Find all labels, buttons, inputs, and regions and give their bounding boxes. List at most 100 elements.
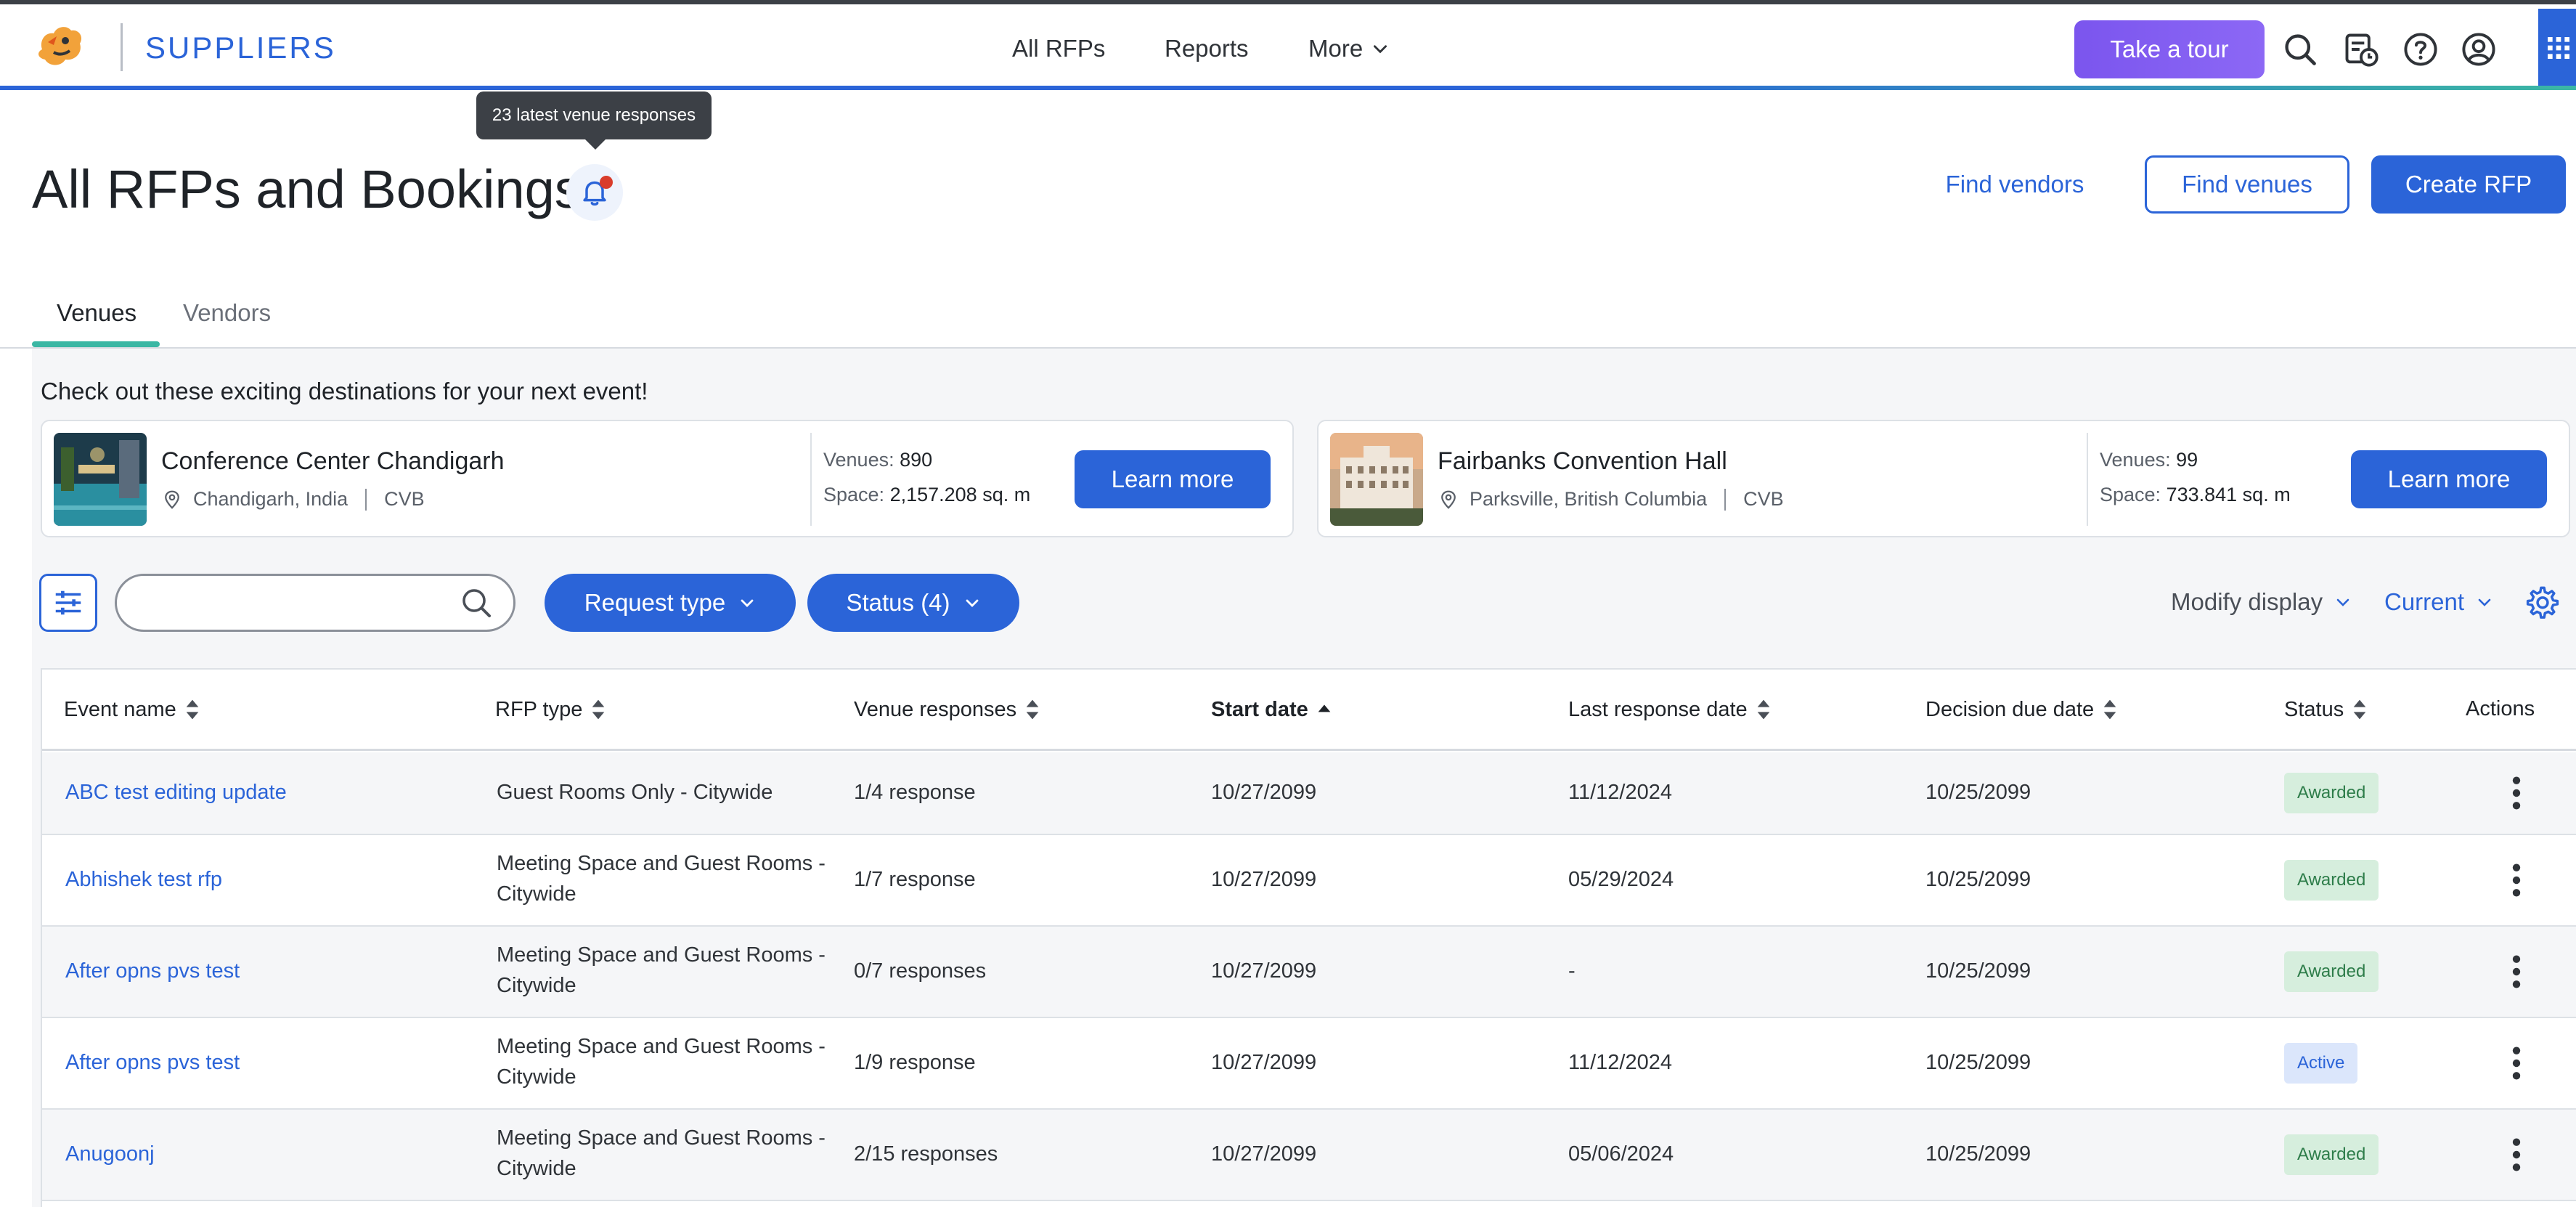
location-pin-icon bbox=[1441, 490, 1456, 509]
account-icon[interactable] bbox=[2460, 31, 2498, 68]
last-response-date: 11/12/2024 bbox=[1568, 781, 1672, 804]
event-name-link[interactable]: After opns pvs test bbox=[65, 1047, 240, 1078]
learn-more-button[interactable]: Learn more bbox=[2351, 450, 2547, 508]
venue-responses: 1/7 response bbox=[854, 868, 976, 891]
column-header-decision-due-date[interactable]: Decision due date bbox=[1925, 697, 2117, 722]
find-venues-button[interactable]: Find venues bbox=[2145, 155, 2349, 214]
rfp-type: Guest Rooms Only - Citywide bbox=[497, 781, 773, 804]
nav-reports[interactable]: Reports bbox=[1165, 35, 1249, 62]
status-filter-label: Status (4) bbox=[846, 589, 950, 616]
event-name-link[interactable]: Anugoonj bbox=[65, 1139, 155, 1169]
table-row: After opns pvs test Meeting Space and Gu… bbox=[42, 927, 2576, 1018]
location-separator bbox=[1724, 488, 1727, 511]
venue-responses: 1/4 response bbox=[854, 781, 976, 804]
chevron-down-icon[interactable] bbox=[1371, 39, 1390, 58]
column-header-last-response-date[interactable]: Last response date bbox=[1568, 697, 1771, 722]
notifications-button[interactable] bbox=[566, 164, 623, 221]
sort-icon bbox=[1026, 699, 1039, 720]
event-name-link[interactable]: After opns pvs test bbox=[65, 956, 240, 986]
status-badge: Awarded bbox=[2284, 860, 2379, 901]
nav-all-rfps[interactable]: All RFPs bbox=[1012, 35, 1105, 62]
card-divider bbox=[2087, 433, 2088, 526]
destination-type: CVB bbox=[1743, 488, 1784, 510]
rfp-type: Meeting Space and Guest Rooms - Citywide bbox=[497, 852, 826, 906]
modify-display-dropdown[interactable]: Modify display bbox=[2171, 588, 2352, 616]
location-pin-icon bbox=[165, 490, 179, 509]
more-actions-icon[interactable] bbox=[2508, 953, 2525, 991]
request-type-dropdown[interactable]: Request type bbox=[545, 574, 796, 632]
current-view-label: Current bbox=[2384, 588, 2465, 615]
column-header-venue-responses[interactable]: Venue responses bbox=[854, 697, 1040, 722]
event-name-link[interactable]: ABC test editing update bbox=[65, 777, 287, 808]
start-date: 10/27/2099 bbox=[1211, 781, 1317, 804]
column-header-start-date[interactable]: Start date bbox=[1211, 697, 1332, 722]
decision-due-date: 10/25/2099 bbox=[1925, 868, 2031, 891]
take-a-tour-button[interactable]: Take a tour bbox=[2074, 20, 2265, 78]
start-date: 10/27/2099 bbox=[1211, 959, 1317, 983]
destination-location-text: Parksville, British Columbia bbox=[1470, 488, 1708, 510]
filter-toggle-button[interactable] bbox=[39, 574, 97, 632]
destination-venues: Venues: 99 bbox=[2100, 449, 2198, 471]
find-vendors-button[interactable]: Find vendors bbox=[1917, 155, 2113, 214]
help-icon[interactable] bbox=[2402, 31, 2440, 68]
column-header-rfp-type[interactable]: RFP type bbox=[495, 697, 606, 722]
tooltip-arrow bbox=[585, 139, 606, 150]
apps-grid-icon bbox=[2548, 37, 2569, 59]
event-name-link[interactable]: Abhishek test rfp bbox=[65, 864, 222, 895]
apps-grid-button[interactable] bbox=[2538, 9, 2576, 90]
gear-icon[interactable] bbox=[2524, 584, 2561, 622]
notifications-tooltip: 23 latest venue responses bbox=[476, 92, 712, 139]
more-actions-icon[interactable] bbox=[2508, 1044, 2525, 1082]
status-dropdown[interactable]: Status (4) bbox=[807, 574, 1019, 632]
sort-icon bbox=[186, 699, 199, 720]
column-header-actions: Actions bbox=[2466, 697, 2535, 720]
destination-card: Fairbanks Convention Hall Parksville, Br… bbox=[1317, 420, 2570, 537]
destination-space: Space: 2,157.208 sq. m bbox=[823, 484, 1031, 505]
column-header-event-name[interactable]: Event name bbox=[64, 697, 200, 722]
chevron-down-icon bbox=[966, 599, 978, 607]
sort-ascending-icon bbox=[1318, 704, 1331, 712]
modify-display-label: Modify display bbox=[2171, 588, 2323, 615]
search-input[interactable] bbox=[115, 574, 515, 632]
nav-accent-bar bbox=[0, 86, 2576, 90]
table-row: Abhishek test rfp Meeting Space and Gues… bbox=[42, 835, 2576, 927]
rfp-type: Meeting Space and Guest Rooms - Citywide bbox=[497, 1126, 826, 1180]
venue-responses: 0/7 responses bbox=[854, 959, 987, 983]
sort-icon bbox=[2103, 699, 2116, 720]
top-nav: SUPPLIERS All RFPs Reports More Take a t… bbox=[0, 0, 2576, 90]
tab-vendors[interactable]: Vendors bbox=[183, 299, 271, 327]
destination-image bbox=[54, 433, 147, 526]
sort-icon bbox=[1757, 699, 1770, 720]
venue-responses: 1/9 response bbox=[854, 1051, 976, 1074]
brand-logo-icon[interactable] bbox=[32, 20, 87, 73]
destination-location-text: Chandigarh, India bbox=[193, 488, 349, 510]
more-actions-icon[interactable] bbox=[2508, 1136, 2525, 1174]
tab-venues[interactable]: Venues bbox=[57, 299, 136, 327]
create-rfp-button[interactable]: Create RFP bbox=[2371, 155, 2566, 214]
brand-divider bbox=[121, 23, 123, 71]
decision-due-date: 10/25/2099 bbox=[1925, 959, 2031, 983]
sort-icon bbox=[2353, 699, 2366, 720]
status-badge: Awarded bbox=[2284, 951, 2379, 992]
start-date: 10/27/2099 bbox=[1211, 868, 1317, 891]
rfp-table: Event name RFP type Venue responses Star… bbox=[41, 668, 2576, 1207]
more-actions-icon[interactable] bbox=[2508, 861, 2525, 899]
nav-more[interactable]: More bbox=[1308, 35, 1363, 62]
venue-responses: 2/15 responses bbox=[854, 1142, 998, 1166]
page-title: All RFPs and Bookings bbox=[32, 159, 582, 219]
decision-due-date: 10/25/2099 bbox=[1925, 1142, 2031, 1166]
brand-name[interactable]: SUPPLIERS bbox=[145, 31, 336, 65]
column-header-status[interactable]: Status bbox=[2284, 697, 2367, 722]
learn-more-button[interactable]: Learn more bbox=[1075, 450, 1271, 508]
search-icon[interactable] bbox=[2281, 31, 2319, 68]
search-icon[interactable] bbox=[459, 585, 494, 620]
chevron-down-icon bbox=[2478, 598, 2491, 606]
current-view-dropdown[interactable]: Current bbox=[2384, 588, 2493, 616]
table-row: After opns pvs test Meeting Space and Gu… bbox=[42, 1018, 2576, 1110]
calendar-clock-icon[interactable] bbox=[2342, 31, 2380, 68]
decision-due-date: 10/25/2099 bbox=[1925, 1051, 2031, 1074]
request-type-label: Request type bbox=[584, 589, 726, 616]
last-response-date: - bbox=[1568, 959, 1576, 983]
more-actions-icon[interactable] bbox=[2508, 774, 2525, 812]
destination-venues: Venues: 890 bbox=[823, 449, 933, 471]
